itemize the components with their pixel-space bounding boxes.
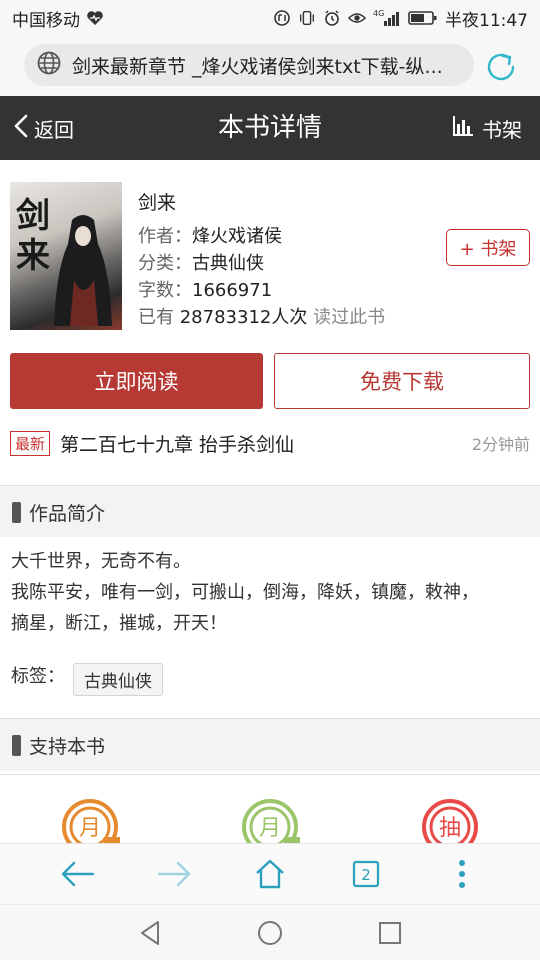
heart-rate-icon [86,9,104,27]
cover-figure-image [54,215,112,326]
author-row: 作者：烽火戏诸侯 [138,222,282,248]
page-header: 返回 本书详情 书架 [0,96,540,160]
category-name[interactable]: 古典仙侠 [192,253,264,274]
intro-body: 大千世界，无奇不有。 我陈平安，唯有一剑，可搬山，倒海，降妖，镇魔，敕神， 摘星… [0,537,540,717]
category-row: 分类：古典仙侠 [138,249,264,275]
free-download-button[interactable]: 免费下载 [274,353,530,409]
latest-badge: 最新 [10,430,51,456]
support-body: 月 月 抽 [0,775,540,843]
url-text: 剑来最新章节 _烽火戏诸侯剑来txt下载-纵... [72,55,443,78]
chevron-left-icon [14,114,28,143]
intro-line: 大千世界，无奇不有。 [11,551,191,572]
back-arrow-icon[interactable] [48,844,108,904]
alarm-icon [323,9,341,27]
forward-arrow-icon[interactable] [144,844,204,904]
back-button[interactable]: 返回 [14,96,74,160]
more-menu-icon[interactable] [432,844,492,904]
add-to-shelf-button[interactable]: + 书架 [446,229,530,266]
bookshelf-button[interactable]: 书架 [452,96,522,160]
intro-line: 摘星，断江，摧城，开天！ [11,613,227,634]
system-navigation-bar [0,904,540,960]
tag-chip[interactable]: 古典仙侠 [73,663,163,696]
readers-row: 已有 28783312人次 读过此书 [138,303,385,329]
clock-text: 半夜11:47 [445,10,528,31]
globe-icon [36,50,62,80]
address-bar: 剑来最新章节 _烽火戏诸侯剑来txt下载-纵... [0,36,540,96]
category-label: 分类： [138,253,192,274]
intro-heading: 作品简介 [29,502,106,525]
url-field[interactable]: 剑来最新章节 _烽火戏诸侯剑来txt下载-纵... [24,44,474,86]
readers-suffix: 读过此书 [313,307,386,328]
svg-text:抽: 抽 [439,816,461,841]
home-icon[interactable] [240,844,300,904]
eye-icon [348,9,366,27]
svg-text:月: 月 [259,816,281,841]
tabs-button[interactable]: 2 [336,844,396,904]
author-name[interactable]: 烽火戏诸侯 [192,226,282,247]
intro-section-header: 作品简介 [0,486,540,538]
book-cover[interactable]: 剑 来 [10,182,122,330]
support-heading: 支持本书 [29,735,106,758]
word-count-row: 字数：1666971 [138,276,272,302]
readers-count: 28783312人次 [179,307,308,328]
word-count-value: 1666971 [192,280,273,301]
read-now-button[interactable]: 立即阅读 [10,353,263,409]
vibrate-icon [298,9,316,27]
tags-label: 标签： [11,666,65,687]
svg-text:月: 月 [79,816,101,841]
lottery-icon[interactable]: 抽 [420,797,480,843]
svg-text:2: 2 [361,866,371,884]
intro-line: 我陈平安，唯有一剑，可搬山，倒海，降妖，镇魔，敕神， [11,582,479,603]
section-marker [12,734,21,756]
nav-recents-icon[interactable] [370,913,410,953]
recommend-ticket-icon[interactable]: 月 [240,797,314,843]
support-section-header: 支持本书 [0,719,540,771]
nav-back-icon[interactable] [130,913,170,953]
signal-icon: 4G [373,9,401,27]
section-marker [12,501,21,523]
carrier-name: 中国移动 [12,10,80,31]
cover-title-char-2: 来 [16,236,50,276]
latest-chapter-row[interactable]: 最新 第二百七十九章 抬手杀剑仙 2分钟前 [10,428,530,458]
latest-chapter-time: 2分钟前 [471,435,530,454]
readers-prefix: 已有 [138,307,174,328]
book-title: 剑来 [138,192,177,214]
back-label: 返回 [34,117,74,142]
latest-chapter-title[interactable]: 第二百七十九章 抬手杀剑仙 [60,430,472,457]
svg-text:4G: 4G [373,9,384,18]
status-bar: 中国移动 4G 半夜11:47 [0,0,540,36]
book-info: 剑 来 剑来 作者：烽火戏诸侯 分类：古典仙侠 字数：1666971 已有 28… [0,160,540,485]
battery-icon [408,9,438,27]
nav-home-icon[interactable] [250,913,290,953]
bar-chart-icon [452,115,474,142]
word-count-label: 字数： [138,280,192,301]
data-saver-icon [273,9,291,27]
refresh-icon[interactable] [484,50,518,84]
browser-toolbar: 2 [0,843,540,904]
monthly-ticket-icon[interactable]: 月 [60,797,122,843]
bookshelf-label: 书架 [482,117,522,142]
author-label: 作者： [138,226,192,247]
